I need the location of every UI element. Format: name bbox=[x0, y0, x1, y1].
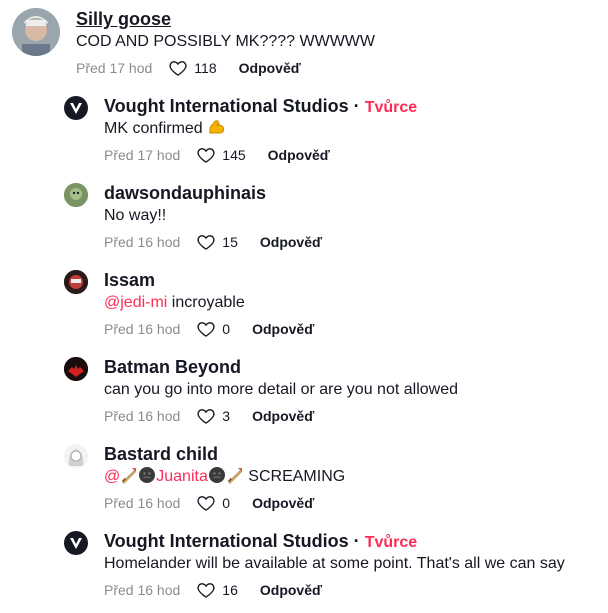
reply-button[interactable]: Odpověď bbox=[260, 232, 322, 252]
heart-icon bbox=[197, 496, 215, 511]
avatar[interactable] bbox=[12, 8, 60, 56]
comment-text: can you go into more detail or are you n… bbox=[104, 381, 458, 398]
comment-text: Homelander will be available at some poi… bbox=[104, 555, 565, 572]
creator-badge: Tvůrce bbox=[364, 99, 418, 116]
comment-meta: Před 16 hod 15 Odpověď bbox=[104, 232, 322, 252]
like-count: 0 bbox=[222, 495, 231, 511]
comment-author[interactable]: Bastard child bbox=[104, 443, 218, 465]
comment-author[interactable]: Silly goose bbox=[76, 8, 171, 30]
dark-face-icon bbox=[208, 466, 226, 491]
like-count: 118 bbox=[194, 60, 217, 76]
comment-time: Před 17 hod bbox=[104, 147, 181, 163]
comment-time: Před 17 hod bbox=[76, 60, 153, 76]
comment-meta: Před 16 hod 16 Odpověď bbox=[104, 580, 322, 600]
flexed-biceps-icon bbox=[207, 118, 227, 143]
comment-meta: Před 16 hod 0 Odpověď bbox=[104, 493, 314, 513]
reply-button[interactable]: Odpověď bbox=[252, 493, 314, 513]
comment-author[interactable]: Vought International Studios · Tvůrce bbox=[104, 95, 417, 119]
like-button[interactable]: 16 bbox=[196, 580, 238, 600]
comment-time: Před 16 hod bbox=[104, 582, 181, 598]
comment-text-body: incroyable bbox=[167, 294, 245, 311]
comment-time: Před 16 hod bbox=[104, 234, 181, 250]
comment-time: Před 16 hod bbox=[104, 495, 181, 511]
comment-text: @jedi-mi incroyable bbox=[104, 292, 245, 314]
reply-button[interactable]: Odpověď bbox=[252, 319, 314, 339]
reply-button[interactable]: Odpověď bbox=[239, 58, 301, 78]
avatar[interactable] bbox=[64, 96, 88, 120]
avatar[interactable] bbox=[64, 183, 88, 207]
reply-button[interactable]: Odpověď bbox=[268, 145, 330, 165]
comment-text-body: MK confirmed bbox=[104, 120, 203, 137]
comment-text: MK confirmed bbox=[104, 118, 227, 143]
reply-button[interactable]: Odpověď bbox=[260, 580, 322, 600]
comment-author[interactable]: Vought International Studios · Tvůrce bbox=[104, 530, 417, 554]
like-button[interactable]: 0 bbox=[196, 319, 230, 339]
creator-badge: Tvůrce bbox=[364, 534, 418, 551]
author-name[interactable]: Vought International Studios bbox=[104, 96, 349, 116]
comment-text-body: SCREAMING bbox=[243, 468, 346, 485]
like-count: 3 bbox=[222, 408, 231, 424]
comment-time: Před 16 hod bbox=[104, 321, 181, 337]
like-button[interactable]: 15 bbox=[196, 232, 238, 252]
comment-meta: Před 17 hod 118 Odpověď bbox=[76, 58, 301, 78]
separator: · bbox=[353, 531, 360, 551]
like-count: 0 bbox=[222, 321, 231, 337]
mention-link[interactable]: @jedi-mi bbox=[104, 294, 167, 311]
comment-meta: Před 16 hod 0 Odpověď bbox=[104, 319, 314, 339]
like-count: 16 bbox=[222, 582, 238, 598]
like-count: 145 bbox=[222, 147, 246, 163]
comment-meta: Před 16 hod 3 Odpověď bbox=[104, 406, 314, 426]
mention-link[interactable]: Juanita bbox=[156, 468, 208, 485]
avatar[interactable] bbox=[64, 270, 88, 294]
comment-text: No way!! bbox=[104, 207, 167, 224]
heart-icon bbox=[197, 409, 215, 424]
like-button[interactable]: 145 bbox=[196, 145, 246, 165]
avatar[interactable] bbox=[64, 357, 88, 381]
heart-icon bbox=[197, 322, 215, 337]
avatar[interactable] bbox=[64, 531, 88, 555]
heart-icon bbox=[197, 235, 215, 250]
like-count: 15 bbox=[222, 234, 238, 250]
reply-button[interactable]: Odpověď bbox=[252, 406, 314, 426]
author-name[interactable]: Vought International Studios bbox=[104, 531, 349, 551]
comment-text: COD AND POSSIBLY MK???? WWWWW bbox=[76, 33, 376, 50]
rocket-sword-icon bbox=[120, 466, 138, 491]
rocket-sword-icon bbox=[226, 466, 244, 491]
heart-icon bbox=[197, 583, 215, 598]
like-button[interactable]: 3 bbox=[196, 406, 230, 426]
heart-icon bbox=[169, 61, 187, 76]
comment-author[interactable]: Batman Beyond bbox=[104, 356, 241, 378]
comment-time: Před 16 hod bbox=[104, 408, 181, 424]
mention-prefix[interactable]: @ bbox=[104, 468, 120, 485]
like-button[interactable]: 118 bbox=[168, 58, 217, 78]
comment-text: @ Juanita SCREAMING bbox=[104, 466, 345, 491]
separator: · bbox=[353, 96, 360, 116]
avatar[interactable] bbox=[64, 444, 88, 468]
dark-face-icon bbox=[138, 466, 156, 491]
comment-meta: Před 17 hod 145 Odpověď bbox=[104, 145, 330, 165]
like-button[interactable]: 0 bbox=[196, 493, 230, 513]
heart-icon bbox=[197, 148, 215, 163]
comment-author[interactable]: Issam bbox=[104, 269, 155, 291]
comment-author[interactable]: dawsondauphinais bbox=[104, 182, 266, 204]
